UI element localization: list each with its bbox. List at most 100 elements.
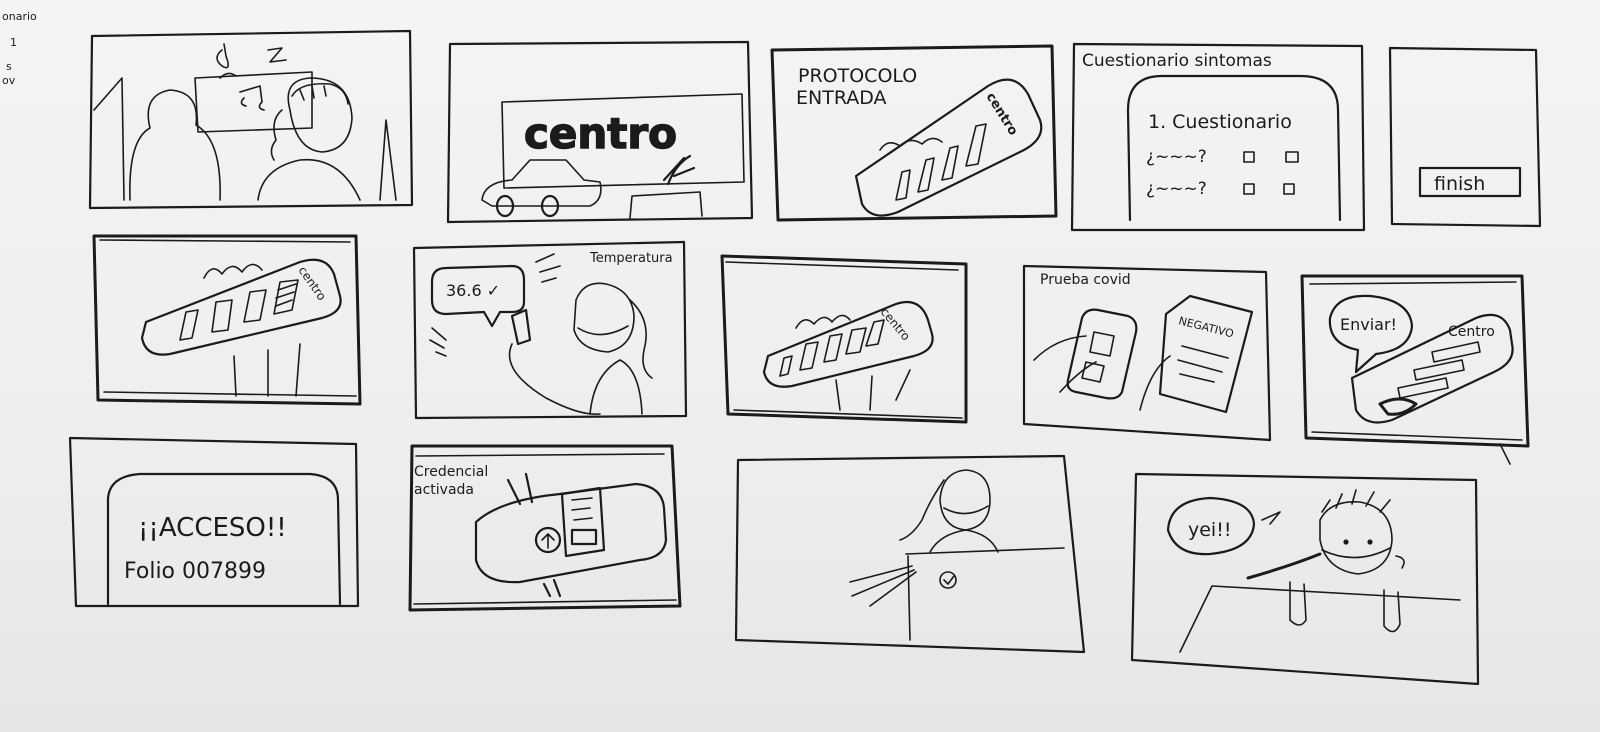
frame-cuestionario: Cuestionario sintomas 1. Cuestionario ¿~… <box>1070 42 1366 232</box>
activation-lines <box>506 472 562 598</box>
margin-note: onario 1 s ov <box>2 10 37 87</box>
music-note-icon <box>239 85 265 111</box>
margin-note-line: s <box>6 60 12 73</box>
car-window-frame <box>93 77 125 201</box>
frame-desk <box>734 454 1086 654</box>
face-mask <box>943 505 989 515</box>
steering-wheel <box>257 158 361 201</box>
phone-brand-text: centro <box>983 90 1021 138</box>
folio-number: Folio 007899 <box>124 559 266 584</box>
person-eye <box>1367 539 1373 545</box>
question-text: ¿~~~? <box>1146 179 1207 199</box>
frame-border <box>1070 42 1366 232</box>
frame-temperatura: Temperatura 36.6 ✓ <box>412 240 688 420</box>
music-note-icon <box>216 43 237 79</box>
frame-title: Temperatura <box>589 251 673 266</box>
questionnaire-heading: 1. Cuestionario <box>1148 111 1292 133</box>
frame-border <box>1022 264 1272 442</box>
frame-prueba-covid: Prueba covid NEGATIVO <box>1022 264 1272 442</box>
person-arm-left <box>1289 581 1307 626</box>
thermometer <box>510 308 532 346</box>
person-hair <box>1321 489 1391 513</box>
storyboard-paper: onario 1 s ov centro PROTOCOLO ENTRADA c… <box>0 0 1600 732</box>
bubble-pointer <box>1261 511 1281 525</box>
driver-braid <box>270 109 283 161</box>
frame-title: activada <box>414 482 474 498</box>
checkbox-icon <box>1283 183 1295 195</box>
check-icon <box>943 575 955 585</box>
enviar-bubble-text: Enviar! <box>1340 315 1397 334</box>
person-shoulders <box>929 529 999 553</box>
person-head <box>573 282 635 353</box>
face-mask <box>577 325 629 336</box>
frame-phone-app-2: centro <box>720 254 968 424</box>
frame-driving <box>88 29 414 210</box>
frame-title: PROTOCOLO <box>798 65 917 87</box>
signal-lines <box>429 327 447 357</box>
hand-fingers <box>203 263 263 279</box>
hand-fingers <box>879 137 943 151</box>
phone-brand-text: centro <box>296 264 329 303</box>
frame-title: Credencial <box>414 464 488 480</box>
person-arm <box>508 343 601 415</box>
signal-lines <box>535 253 561 283</box>
car-seat <box>129 89 221 201</box>
hand-arm <box>835 369 911 411</box>
frame-border <box>88 29 414 210</box>
hand-arm <box>1139 355 1171 411</box>
checkbox-icon <box>1285 151 1299 163</box>
person-braid <box>899 479 945 541</box>
frame-protocolo: PROTOCOLO ENTRADA centro <box>770 44 1058 222</box>
frame-phone-app: centro <box>92 234 362 406</box>
checkbox-icon <box>1243 151 1255 163</box>
frame-border <box>1130 472 1480 686</box>
phone-button <box>570 528 598 546</box>
phone-brand-text: Centro <box>1448 324 1495 340</box>
person-head <box>1319 501 1393 575</box>
face-mask <box>1321 547 1391 559</box>
person-braid <box>1246 552 1322 580</box>
frame-title: Prueba covid <box>1040 272 1131 288</box>
margin-note-line: 1 <box>10 36 17 49</box>
phone-text-lines <box>571 497 593 521</box>
person-body <box>589 359 643 415</box>
person-ear <box>1395 555 1405 569</box>
badge-icon <box>939 571 957 589</box>
person-head <box>939 469 991 531</box>
frame-credencial: Credencial activada <box>408 444 682 612</box>
test-document <box>1158 294 1254 414</box>
frame-yei: yei!! <box>1130 472 1480 686</box>
access-message: ¡¡ACCESO!! <box>138 513 287 543</box>
frame-enviar: Enviar! Centro <box>1300 274 1530 465</box>
phone-app-icons <box>895 123 987 201</box>
checkbox-icon <box>1243 183 1255 195</box>
nfc-symbol <box>541 533 555 549</box>
finish-button-label: finish <box>1434 173 1485 195</box>
frame-finish: finish <box>1388 46 1542 228</box>
test-result-text: NEGATIVO <box>1177 314 1235 340</box>
hand-fingers <box>1033 335 1097 393</box>
frame-border-echo <box>725 261 963 419</box>
frame-border <box>1388 46 1542 228</box>
question-text: ¿~~~? <box>1146 147 1207 167</box>
hand-arm <box>233 343 301 397</box>
frame-title: ENTRADA <box>796 87 887 109</box>
motion-lines <box>849 565 917 607</box>
frame-border <box>720 254 968 424</box>
person-eye <box>1343 539 1349 545</box>
storyboard-sketch: onario 1 s ov centro PROTOCOLO ENTRADA c… <box>2 10 1542 686</box>
margin-note-line: ov <box>2 74 16 87</box>
yei-bubble-text: yei!! <box>1188 519 1231 541</box>
planter <box>629 191 703 219</box>
margin-note-line: onario <box>2 10 37 23</box>
rearview-mirror <box>194 71 313 133</box>
plant-icon <box>662 154 696 186</box>
document-lines <box>1177 345 1229 383</box>
qr-scan-icon <box>1081 331 1115 383</box>
desk-outline <box>905 547 1065 641</box>
temperature-reading: 36.6 ✓ <box>446 281 500 300</box>
music-note-icon <box>267 47 287 63</box>
desk-outline <box>1179 585 1461 653</box>
frame-acceso: ¡¡ACCESO!! Folio 007899 <box>68 436 360 608</box>
frame-border <box>1300 274 1530 448</box>
